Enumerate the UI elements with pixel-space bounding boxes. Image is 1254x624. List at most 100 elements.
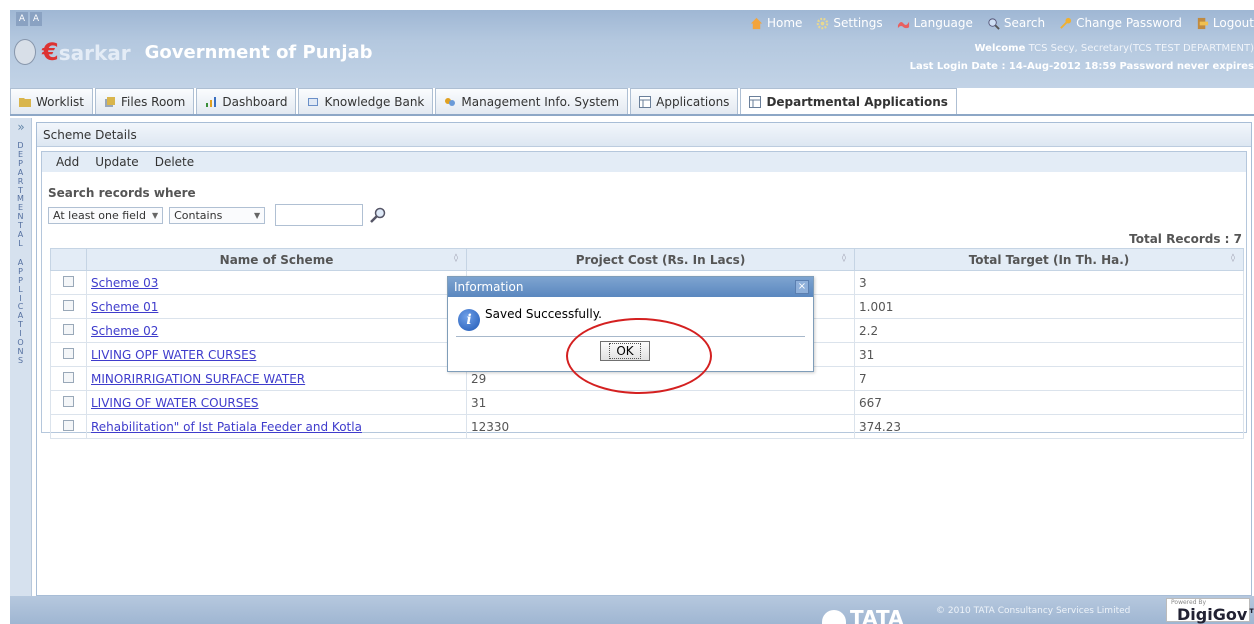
cell-value: 3	[859, 275, 867, 290]
logout-link[interactable]: Logout	[1196, 16, 1254, 30]
language-icon	[897, 21, 909, 28]
close-icon[interactable]: ×	[795, 280, 809, 294]
search-field-select[interactable]: At least one field ▼	[48, 206, 164, 224]
column-header-label: Project Cost (Rs. In Lacs)	[575, 252, 746, 267]
sort-icon: ◊	[1231, 253, 1235, 262]
total-target-cell: 374.23	[854, 414, 1244, 439]
row-checkbox[interactable]	[63, 371, 74, 383]
search-link[interactable]: Search	[987, 16, 1045, 30]
emblem-logo	[14, 39, 36, 65]
row-select-cell	[50, 294, 87, 319]
row-checkbox[interactable]	[63, 323, 74, 335]
scheme-link[interactable]: Rehabilitation" of Ist Patiala Feeder an…	[91, 420, 362, 434]
column-header-cost[interactable]: Project Cost (Rs. In Lacs) ◊	[466, 248, 855, 271]
scheme-link[interactable]: MINORIRRIGATION SURFACE WATER	[91, 372, 305, 386]
row-select-cell	[50, 270, 87, 295]
welcome-info: Welcome TCS Secy, Secretary(TCS TEST DEP…	[910, 40, 1254, 76]
main-tabs: Worklist Files Room Dashboard Knowledge …	[10, 88, 957, 115]
key-icon	[1060, 17, 1072, 29]
app-footer: TATA © 2010 TATA Consultancy Services Li…	[10, 596, 1254, 624]
brand: €sarkar Government of Punjab	[14, 38, 373, 66]
cell-value: 7	[859, 371, 867, 386]
scheme-name-cell: Scheme 01	[86, 294, 467, 319]
search-operator-select[interactable]: Contains ▼	[169, 206, 266, 224]
tab-label: Departmental Applications	[766, 95, 948, 109]
tab-dashboard[interactable]: Dashboard	[196, 88, 297, 114]
row-checkbox[interactable]	[63, 275, 74, 287]
tab-departmental-applications[interactable]: Departmental Applications	[740, 88, 957, 115]
project-cost-cell: 31	[466, 390, 855, 415]
cell-value: 31	[859, 347, 875, 362]
scheme-link[interactable]: Scheme 01	[91, 300, 158, 314]
welcome-label: Welcome	[974, 43, 1026, 54]
copyright-text: © 2010 TATA Consultancy Services Limited	[936, 606, 1131, 616]
app-title: Government of Punjab	[144, 41, 373, 63]
home-link[interactable]: Home	[750, 16, 802, 30]
settings-link[interactable]: Settings	[816, 16, 883, 30]
search-operator-value: Contains	[174, 208, 223, 222]
total-target-cell: 667	[854, 390, 1244, 415]
side-panel: » DEPARTMENTAL APPLICATIONS	[10, 118, 32, 596]
chevron-down-icon: ▼	[253, 210, 261, 220]
project-cost-cell: 12330	[466, 414, 855, 439]
update-button[interactable]: Update	[95, 155, 138, 169]
tab-label: Applications	[656, 94, 730, 109]
expand-sidebar-button[interactable]: »	[10, 118, 32, 138]
cell-value: 29	[471, 371, 487, 386]
scheme-link[interactable]: LIVING OPF WATER CURSES	[91, 348, 256, 362]
scheme-link[interactable]: LIVING OF WATER COURSES	[91, 396, 259, 410]
tab-management-info-system[interactable]: Management Info. System	[435, 88, 629, 114]
scheme-name-cell: Scheme 03	[86, 270, 467, 295]
scheme-name-cell: MINORIRRIGATION SURFACE WATER	[86, 366, 467, 391]
column-header-name[interactable]: Name of Scheme ◊	[86, 248, 467, 271]
scheme-name-cell: LIVING OF WATER COURSES	[86, 390, 467, 415]
row-checkbox[interactable]	[63, 419, 74, 431]
tab-label: Files Room	[121, 94, 186, 109]
search-icon[interactable]	[369, 206, 387, 224]
tab-label: Management Info. System	[461, 94, 620, 109]
tab-worklist[interactable]: Worklist	[10, 88, 94, 114]
grid-icon	[749, 96, 762, 108]
language-link-label: Language	[913, 16, 973, 30]
cell-value: 667	[859, 395, 882, 410]
total-records: Total Records : 7	[1129, 232, 1242, 246]
sort-icon: ◊	[842, 253, 846, 262]
row-checkbox[interactable]	[63, 347, 74, 359]
total-target-cell: 31	[854, 342, 1244, 367]
password-status: Password never expires	[1119, 61, 1254, 72]
last-login: Last Login Date : 14-Aug-2012 18:59	[909, 61, 1117, 72]
tab-bar-divider	[10, 114, 1254, 116]
record-toolbar: Add Update Delete	[42, 152, 1246, 172]
table-row[interactable]: LIVING OF WATER COURSES 31 667	[50, 390, 1244, 415]
total-target-cell: 3	[854, 270, 1244, 295]
tab-knowledge-bank[interactable]: Knowledge Bank	[298, 88, 434, 114]
language-link[interactable]: Language	[897, 16, 973, 30]
font-size-large-button[interactable]: A	[30, 12, 42, 26]
column-header-target[interactable]: Total Target (In Th. Ha.) ◊	[854, 248, 1244, 271]
grid-icon	[639, 95, 652, 108]
highlight-annotation	[566, 318, 712, 394]
top-links: Home Settings Language Search Change Pas…	[750, 16, 1254, 30]
tab-applications[interactable]: Applications	[630, 88, 739, 114]
chart-icon	[206, 96, 217, 107]
side-panel-letter: S	[17, 355, 24, 365]
home-icon	[750, 17, 763, 29]
cell-value: 12330	[471, 419, 510, 434]
delete-button[interactable]: Delete	[155, 155, 194, 169]
search-title: Search records where	[48, 186, 196, 200]
scheme-link[interactable]: Scheme 03	[91, 276, 158, 290]
table-row[interactable]: Rehabilitation" of Ist Patiala Feeder an…	[50, 414, 1244, 439]
font-size-small-button[interactable]: A	[16, 12, 28, 26]
tab-label: Worklist	[36, 94, 85, 109]
scheme-link[interactable]: Scheme 02	[91, 324, 158, 338]
search-input[interactable]	[275, 204, 364, 226]
add-button[interactable]: Add	[56, 155, 79, 169]
change-password-link[interactable]: Change Password	[1059, 16, 1182, 30]
row-select-cell	[50, 414, 87, 439]
row-checkbox[interactable]	[63, 395, 74, 407]
column-header-label: Name of Scheme	[219, 252, 334, 267]
row-checkbox[interactable]	[63, 299, 74, 311]
tab-files-room[interactable]: Files Room	[95, 88, 195, 114]
tata-logo: TATA	[822, 606, 904, 624]
scheme-name-cell: Rehabilitation" of Ist Patiala Feeder an…	[86, 414, 467, 439]
